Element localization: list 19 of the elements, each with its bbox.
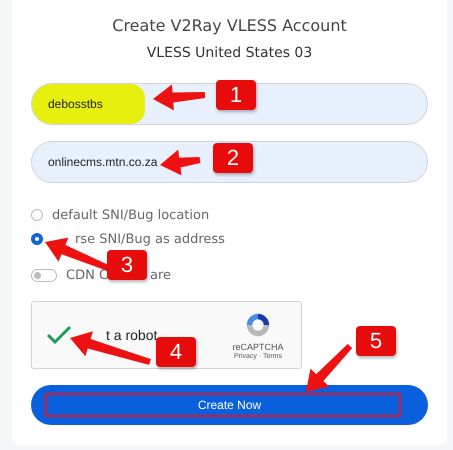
step-number: 1 <box>216 80 256 110</box>
option-label: rse SNI/Bug as address <box>75 232 225 246</box>
captcha-label: t a robot <box>106 327 158 343</box>
radio-button[interactable] <box>31 209 43 221</box>
step-number: 5 <box>356 326 396 356</box>
arrow <box>160 150 200 176</box>
captcha-brand: reCAPTCHA <box>232 342 284 352</box>
step-number: 2 <box>213 143 253 173</box>
option-label: are <box>150 268 172 282</box>
radio-button[interactable] <box>31 233 43 245</box>
toggle-switch[interactable] <box>31 268 57 282</box>
option-label: default SNI/Bug location <box>52 208 210 222</box>
step-number: 3 <box>107 250 147 280</box>
create-button[interactable]: Create Now <box>31 385 428 425</box>
arrow <box>306 344 352 392</box>
form-title: Create V2Ray VLESS Account <box>111 16 348 35</box>
arrow <box>153 84 206 110</box>
step-number: 4 <box>156 337 196 367</box>
server-name: VLESS United States 03 <box>146 45 314 61</box>
